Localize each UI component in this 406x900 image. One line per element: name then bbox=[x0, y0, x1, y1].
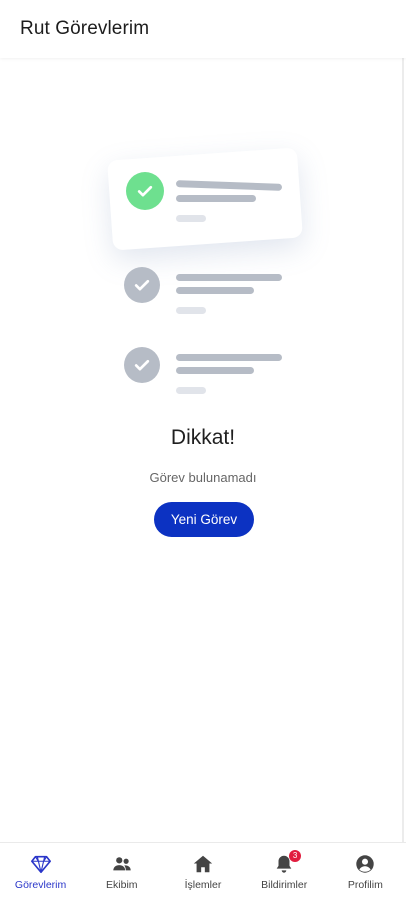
tab-gorevlerim[interactable]: Görevlerim bbox=[1, 853, 81, 891]
home-icon bbox=[192, 853, 214, 875]
bell-icon: 3 bbox=[273, 850, 302, 875]
placeholder-line bbox=[176, 387, 206, 394]
placeholder-line bbox=[176, 367, 254, 374]
team-icon bbox=[111, 853, 133, 875]
empty-state-message: Dikkat! Görev bulunamadı bbox=[0, 426, 406, 485]
placeholder-line bbox=[176, 287, 254, 294]
tab-ekibim[interactable]: Ekibim bbox=[82, 853, 162, 891]
empty-state-title: Dikkat! bbox=[170, 426, 236, 449]
page-title: Rut Görevlerim bbox=[20, 18, 150, 39]
tab-profilim[interactable]: Profilim bbox=[325, 853, 405, 891]
placeholder-line bbox=[176, 274, 282, 281]
placeholder-line bbox=[176, 354, 282, 361]
diamond-icon bbox=[30, 853, 52, 875]
new-task-button[interactable]: Yeni Görev bbox=[154, 502, 254, 537]
placeholder-line bbox=[176, 215, 206, 222]
profile-icon bbox=[354, 853, 376, 875]
app-header: Rut Görevlerim bbox=[0, 0, 406, 58]
tab-bildirimler[interactable]: 3 Bildirimler bbox=[244, 850, 324, 891]
tab-label: İşlemler bbox=[184, 879, 222, 891]
tab-label: Profilim bbox=[347, 879, 383, 891]
tab-label: Görevlerim bbox=[14, 879, 67, 891]
tab-islemler[interactable]: İşlemler bbox=[163, 853, 243, 891]
empty-state-illustration bbox=[100, 140, 310, 410]
empty-state-subtitle: Görev bulunamadı bbox=[149, 470, 257, 485]
check-circle-icon bbox=[126, 172, 164, 210]
notification-badge: 3 bbox=[289, 850, 302, 862]
check-circle-icon bbox=[124, 267, 160, 303]
tab-label: Bildirimler bbox=[261, 879, 308, 891]
tab-label: Ekibim bbox=[106, 879, 138, 891]
placeholder-line bbox=[176, 307, 206, 314]
check-circle-icon bbox=[124, 347, 160, 383]
bottom-tab-bar: Görevlerim Ekibim İşlemler 3 Bildirimler… bbox=[0, 842, 406, 900]
placeholder-line bbox=[176, 195, 256, 202]
